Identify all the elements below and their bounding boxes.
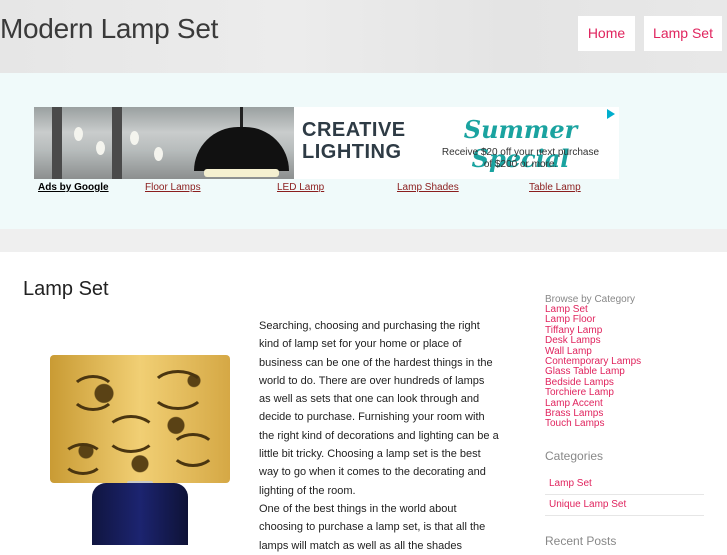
ad-brand-line2: LIGHTING [302, 141, 402, 163]
ad-subtext-line2: of $200 or more. [483, 159, 558, 170]
ad-subtext-line1: Receive $20 off your next purchase [441, 147, 600, 158]
category-lamp-set[interactable]: Lamp Set [545, 474, 704, 495]
nav-home-button[interactable]: Home [578, 16, 635, 51]
categories-heading: Categories [545, 449, 604, 463]
page-title: Lamp Set [23, 278, 109, 300]
browse-by-category: Browse by Category Lamp Set Lamp Floor T… [545, 294, 715, 430]
ad-subtext: Receive $20 off your next purchase of $2… [428, 147, 613, 171]
ad-section: CREATIVE LIGHTING Summer Special Receive… [0, 73, 727, 229]
categories-list: Lamp Set Unique Lamp Set [545, 474, 704, 516]
lamp-base [92, 483, 188, 545]
ad-link-led-lamp[interactable]: LED Lamp [277, 182, 324, 193]
ad-link-lamp-shades[interactable]: Lamp Shades [397, 182, 459, 193]
site-title[interactable]: Modern Lamp Set [0, 13, 218, 45]
ad-banner[interactable]: CREATIVE LIGHTING Summer Special Receive… [34, 107, 619, 179]
ads-by-google-link[interactable]: Ads by Google [38, 182, 109, 193]
ad-choices-icon[interactable] [607, 109, 615, 119]
sidebar-link-touch-lamps[interactable]: Touch Lamps [545, 419, 715, 430]
divider-band [0, 229, 727, 252]
ad-link-table-lamp[interactable]: Table Lamp [529, 182, 581, 193]
lamp-product-image[interactable] [45, 355, 235, 545]
nav-lamp-set-button[interactable]: Lamp Set [644, 16, 722, 51]
ad-link-floor-lamps[interactable]: Floor Lamps [145, 182, 201, 193]
article-paragraph-2: One of the best things in the world abou… [259, 502, 486, 552]
article-body: Searching, choosing and purchasing the r… [259, 317, 499, 555]
lamp-shade [50, 355, 230, 483]
ad-brand: CREATIVE LIGHTING [302, 119, 406, 163]
ad-brand-line1: CREATIVE [302, 119, 406, 141]
article-paragraph-1: Searching, choosing and purchasing the r… [259, 320, 499, 497]
site-header: Modern Lamp Set Home Lamp Set [0, 0, 727, 73]
category-unique-lamp-set[interactable]: Unique Lamp Set [545, 495, 704, 516]
recent-posts-heading: Recent Posts [545, 534, 617, 548]
ad-lamp-photo [34, 107, 294, 179]
